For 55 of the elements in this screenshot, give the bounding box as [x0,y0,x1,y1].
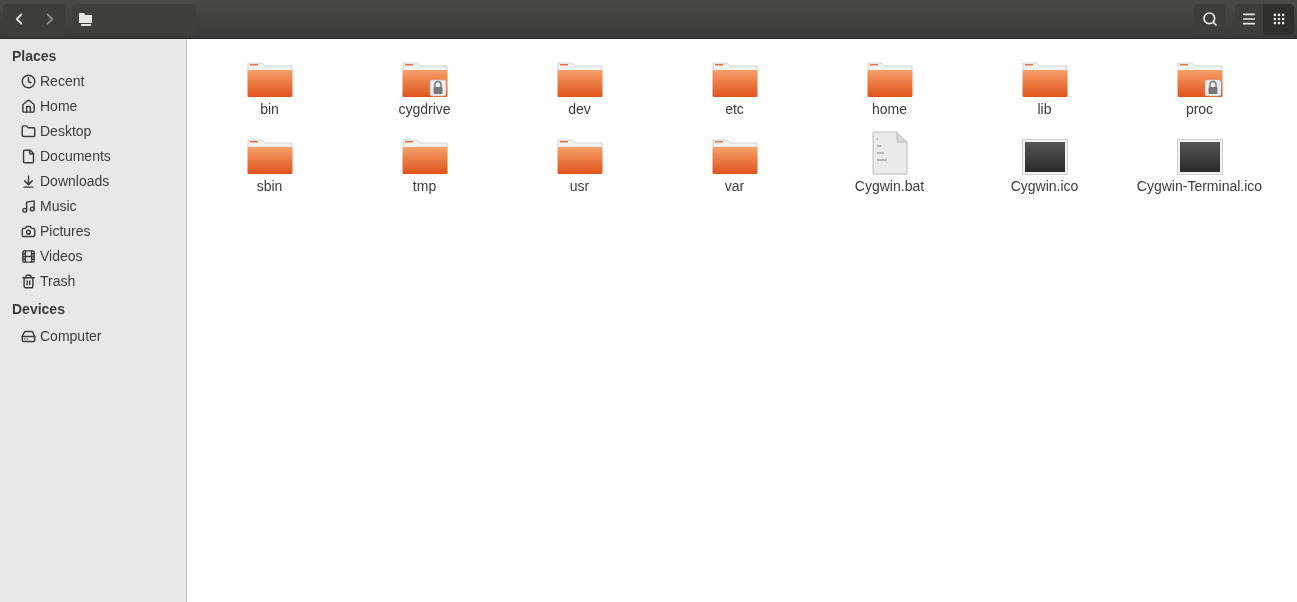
file-item[interactable]: proc [1122,52,1277,126]
sidebar-item[interactable]: Music [0,194,186,219]
home-icon [21,99,36,114]
file-item[interactable]: etc [657,52,812,126]
folder-icon [711,60,758,98]
sidebar-item[interactable]: Pictures [0,219,186,244]
file-item[interactable]: var [657,129,812,203]
folder-icon [246,137,293,175]
dark-thumbnail-icon [1176,139,1223,175]
locked-folder-icon [401,60,448,98]
folder-icon [556,60,603,98]
sidebar-item[interactable]: Home [0,94,186,119]
sidebar-item[interactable]: Trash [0,269,186,294]
sidebar-item[interactable]: Videos [0,244,186,269]
dark-thumbnail-icon [1021,139,1068,175]
trash-icon [21,274,36,289]
grid-icon [1271,12,1286,26]
file-item[interactable]: home [812,52,967,126]
sidebar-item[interactable]: Downloads [0,169,186,194]
folder-icon [866,60,913,98]
file-item[interactable]: usr [502,129,657,203]
clock-icon [21,74,36,89]
folder-icon [401,137,448,175]
grid-view-button[interactable] [1263,3,1294,35]
folder-icon [711,137,758,175]
file-item[interactable]: cygdrive [347,52,502,126]
computer-folder-icon [78,11,94,27]
file-item[interactable]: Cygwin.bat [812,129,967,203]
binary-file-icon [871,131,908,175]
sidebar-heading: Places [11,46,58,66]
locked-folder-icon [1176,60,1223,98]
file-item[interactable]: sbin [192,129,347,203]
menu-icon [1241,11,1257,27]
file-item[interactable]: lib [967,52,1122,126]
search-icon [1201,11,1218,27]
file-item[interactable]: Cygwin.ico [967,129,1122,203]
sidebar-item[interactable]: Recent [0,69,186,94]
document-icon [21,149,36,164]
folder-icon [21,124,36,139]
camera-icon [21,224,36,239]
folder-icon [556,137,603,175]
sidebar-item[interactable]: Computer [0,324,186,349]
music-icon [21,199,36,214]
drive-icon [21,329,36,344]
sidebar-item[interactable]: Desktop [0,119,186,144]
folder-icon [246,60,293,98]
file-item[interactable]: tmp [347,129,502,203]
download-icon [21,174,36,189]
folder-icon [1021,60,1068,98]
file-item[interactable]: dev [502,52,657,126]
film-icon [21,249,36,264]
sidebar-heading: Devices [11,299,66,319]
sidebar-item[interactable]: Documents [0,144,186,169]
file-item[interactable]: bin [192,52,347,126]
file-item[interactable]: Cygwin-Terminal.ico [1122,129,1277,203]
